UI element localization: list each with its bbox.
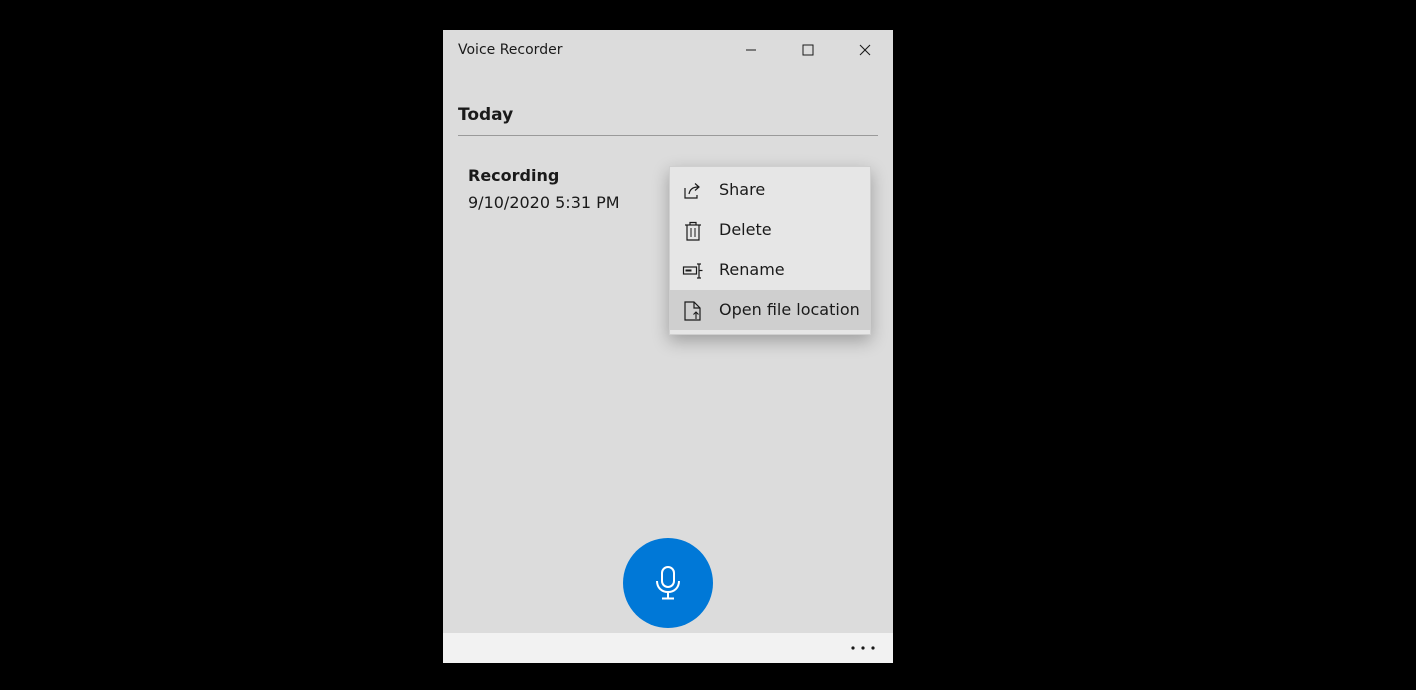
maximize-button[interactable]	[779, 30, 836, 70]
maximize-icon	[802, 44, 813, 56]
menu-label-delete: Delete	[719, 220, 772, 239]
more-icon	[851, 646, 875, 650]
title-bar[interactable]: Voice Recorder	[443, 30, 893, 70]
recording-list-item[interactable]: Recording 9/10/2020 5:31 PM	[458, 160, 658, 220]
record-button[interactable]	[623, 538, 713, 628]
section-header-today: Today	[458, 105, 514, 125]
file-location-icon	[684, 301, 701, 321]
close-icon	[859, 44, 870, 56]
menu-item-rename[interactable]: Rename	[670, 250, 870, 290]
menu-label-rename: Rename	[719, 260, 785, 279]
minimize-button[interactable]	[722, 30, 779, 70]
context-menu: Share Delete Rename Open file location	[669, 166, 871, 335]
recording-date: 9/10/2020 5:31 PM	[468, 193, 620, 212]
menu-item-share[interactable]: Share	[670, 170, 870, 210]
more-options-button[interactable]	[841, 633, 885, 663]
menu-item-delete[interactable]: Delete	[670, 210, 870, 250]
microphone-icon	[656, 566, 680, 600]
menu-label-open-file-location: Open file location	[719, 300, 860, 319]
voice-recorder-window: Voice Recorder Today Recording 9/10/2020…	[443, 30, 893, 663]
rename-icon	[682, 263, 703, 279]
trash-icon	[685, 221, 701, 241]
share-icon	[684, 183, 700, 199]
close-button[interactable]	[836, 30, 893, 70]
bottom-command-bar	[443, 633, 893, 663]
menu-item-open-file-location[interactable]: Open file location	[670, 290, 870, 330]
section-divider	[458, 135, 878, 136]
recording-name: Recording	[468, 166, 560, 185]
app-title: Voice Recorder	[458, 42, 563, 58]
menu-label-share: Share	[719, 180, 766, 199]
minimize-icon	[745, 49, 756, 51]
